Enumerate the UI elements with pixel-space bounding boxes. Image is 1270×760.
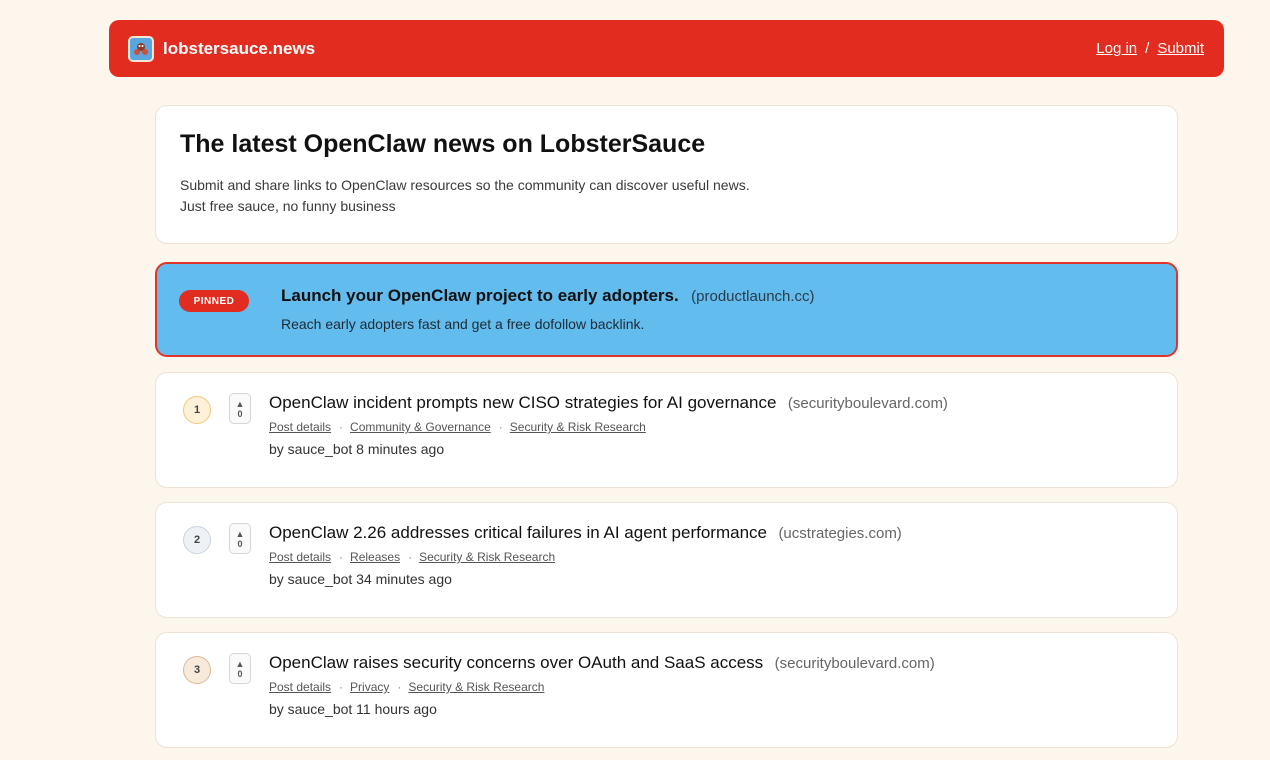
story-meta: Post details · Community & Governance · Secu… <box>269 420 948 434</box>
intro-line-2: Just free sauce, no funny business <box>180 198 396 214</box>
meta-dot: · <box>397 680 402 694</box>
lobster-logo-icon[interactable] <box>128 35 154 62</box>
rank-badge: 2 <box>183 526 211 554</box>
tag-link[interactable]: Community & Governance <box>350 420 491 434</box>
tag-link[interactable]: Security & Risk Research <box>419 550 555 564</box>
story-body: OpenClaw incident prompts new CISO strat… <box>269 393 948 457</box>
post-details-link[interactable]: Post details <box>269 420 331 434</box>
submit-link[interactable]: Submit <box>1157 40 1204 57</box>
tag-link[interactable]: Security & Risk Research <box>510 420 646 434</box>
pinned-post[interactable]: PINNED Launch your OpenClaw project to e… <box>155 262 1178 357</box>
vote-count: 0 <box>237 538 243 549</box>
meta-dot: · <box>339 420 344 434</box>
pinned-subtitle: Reach early adopters fast and get a free… <box>281 316 645 332</box>
tag-link[interactable]: Privacy <box>350 680 389 694</box>
upvote-arrow-icon: ▲ <box>235 658 245 669</box>
nav-separator: / <box>1145 40 1150 57</box>
post-details-link[interactable]: Post details <box>269 550 331 564</box>
story-item: 1 ▲ 0 OpenClaw incident prompts new CISO… <box>155 372 1178 488</box>
upvote-arrow-icon: ▲ <box>235 528 245 539</box>
vote-count: 0 <box>237 408 243 419</box>
story-byline: by sauce_bot 34 minutes ago <box>269 571 452 587</box>
story-item: 2 ▲ 0 OpenClaw 2.26 addresses critical f… <box>155 502 1178 618</box>
story-meta: Post details · Privacy · Security & Risk Res… <box>269 680 935 694</box>
story-domain: (securityboulevard.com) <box>774 655 935 672</box>
pinned-body: Launch your OpenClaw project to early ad… <box>281 286 815 332</box>
pinned-title-link[interactable]: Launch your OpenClaw project to early ad… <box>281 286 679 305</box>
tag-link[interactable]: Security & Risk Research <box>408 680 544 694</box>
upvote-arrow-icon: ▲ <box>235 398 245 409</box>
story-byline: by sauce_bot 8 minutes ago <box>269 441 445 457</box>
header-nav: Log in / Submit <box>1096 40 1204 57</box>
tag-link[interactable]: Releases <box>350 550 400 564</box>
rank-badge: 1 <box>183 396 211 424</box>
login-link[interactable]: Log in <box>1096 40 1137 57</box>
story-byline: by sauce_bot 11 hours ago <box>269 701 437 717</box>
intro-card: The latest OpenClaw news on LobsterSauce… <box>155 105 1178 244</box>
vote-count: 0 <box>237 668 243 679</box>
meta-dot: · <box>498 420 503 434</box>
story-body: OpenClaw raises security concerns over O… <box>269 653 935 717</box>
story-domain: (securityboulevard.com) <box>787 395 948 412</box>
story-title-link[interactable]: OpenClaw 2.26 addresses critical failure… <box>269 523 767 542</box>
intro-line-1: Submit and share links to OpenClaw resou… <box>180 177 750 193</box>
story-title-link[interactable]: OpenClaw incident prompts new CISO strat… <box>269 393 776 412</box>
story-body: OpenClaw 2.26 addresses critical failure… <box>269 523 902 587</box>
site-brand[interactable]: lobstersauce.news <box>163 39 315 59</box>
post-details-link[interactable]: Post details <box>269 680 331 694</box>
story-meta: Post details · Releases · Security & Risk Re… <box>269 550 902 564</box>
story-title-link[interactable]: OpenClaw raises security concerns over O… <box>269 653 763 672</box>
story-item: 3 ▲ 0 OpenClaw raises security concerns … <box>155 632 1178 748</box>
upvote-button[interactable]: ▲ 0 <box>229 653 251 684</box>
pinned-domain: (productlaunch.cc) <box>691 288 815 305</box>
story-domain: (ucstrategies.com) <box>778 525 902 542</box>
upvote-button[interactable]: ▲ 0 <box>229 393 251 424</box>
rank-badge: 3 <box>183 656 211 684</box>
meta-dot: · <box>408 550 413 564</box>
pinned-badge: PINNED <box>179 290 249 312</box>
meta-dot: · <box>339 550 344 564</box>
upvote-button[interactable]: ▲ 0 <box>229 523 251 554</box>
meta-dot: · <box>339 680 344 694</box>
page-title: The latest OpenClaw news on LobsterSauce <box>180 130 706 158</box>
site-header: lobstersauce.news Log in / Submit <box>109 20 1224 77</box>
